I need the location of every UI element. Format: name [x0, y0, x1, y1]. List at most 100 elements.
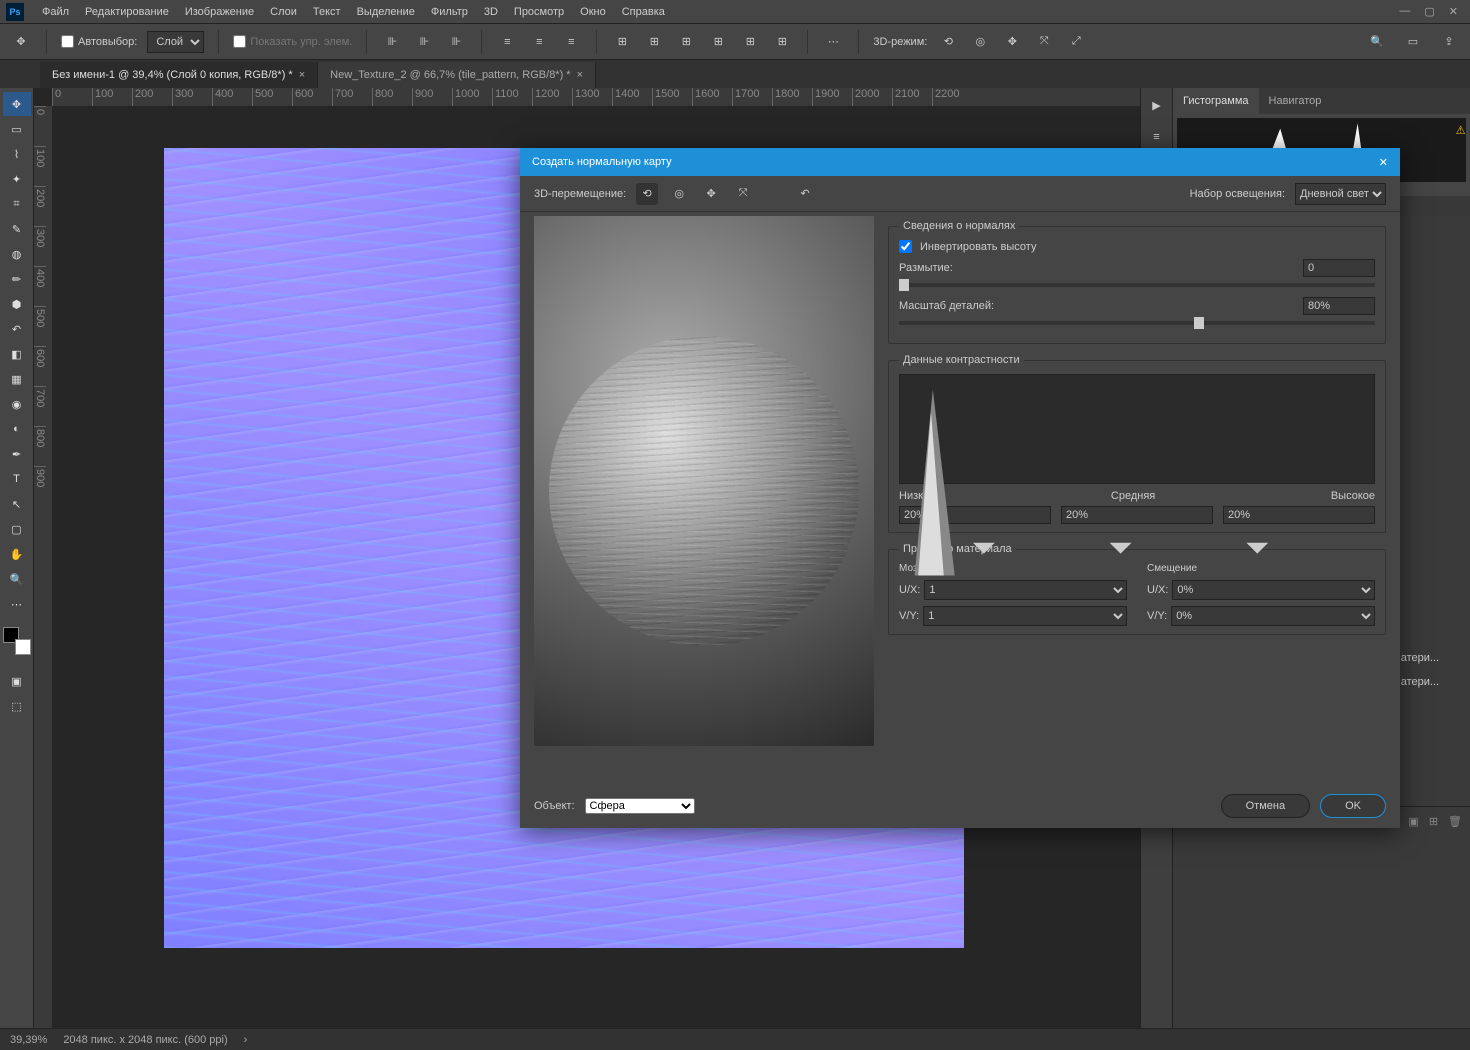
- crop-tool[interactable]: ⌗: [3, 192, 31, 216]
- contrast-histogram[interactable]: [899, 374, 1375, 484]
- minimize-icon[interactable]: —: [1399, 5, 1410, 18]
- menu-layers[interactable]: Слои: [262, 6, 305, 18]
- gradient-tool[interactable]: ▦: [3, 367, 31, 391]
- menu-window[interactable]: Окно: [572, 6, 614, 18]
- close-tab-icon[interactable]: ×: [299, 69, 305, 81]
- distribute-icon[interactable]: ⊞: [771, 31, 793, 53]
- detail-slider[interactable]: [899, 321, 1375, 325]
- trash-icon[interactable]: 🗑: [1448, 815, 1462, 828]
- distribute-icon[interactable]: ≡: [528, 31, 550, 53]
- distribute-icon[interactable]: ⊞: [611, 31, 633, 53]
- menu-text[interactable]: Текст: [305, 6, 349, 18]
- blur-tool[interactable]: ◉: [3, 392, 31, 416]
- pan-icon[interactable]: ✥: [1001, 31, 1023, 53]
- orbit-icon[interactable]: ⟲: [937, 31, 959, 53]
- orbit-icon[interactable]: ⟲: [636, 183, 658, 205]
- folder-icon[interactable]: ▣: [1408, 815, 1418, 828]
- show-controls-checkbox[interactable]: [233, 35, 246, 48]
- distribute-icon[interactable]: ⊞: [739, 31, 761, 53]
- pen-tool[interactable]: ✒: [3, 442, 31, 466]
- distribute-icon[interactable]: ⊞: [675, 31, 697, 53]
- detail-input[interactable]: [1303, 297, 1375, 315]
- ok-button[interactable]: OK: [1320, 794, 1386, 818]
- 3d-mode-label: 3D-режим:: [873, 36, 927, 48]
- type-tool[interactable]: T: [3, 467, 31, 491]
- distribute-icon[interactable]: ≡: [560, 31, 582, 53]
- slide-icon[interactable]: ⤧: [1033, 31, 1055, 53]
- heal-tool[interactable]: ◍: [3, 242, 31, 266]
- invert-height-checkbox[interactable]: [899, 240, 912, 253]
- object-select[interactable]: Сфера: [585, 798, 695, 814]
- move-tool[interactable]: ✥: [3, 92, 31, 116]
- scale-icon[interactable]: ⤢: [1065, 31, 1087, 53]
- path-tool[interactable]: ↖: [3, 492, 31, 516]
- offset-vy-select[interactable]: 0%: [1171, 606, 1375, 626]
- eraser-tool[interactable]: ◧: [3, 342, 31, 366]
- distribute-icon[interactable]: ⊞: [707, 31, 729, 53]
- tab-histogram[interactable]: Гистограмма: [1173, 88, 1259, 114]
- distribute-icon[interactable]: ⊞: [643, 31, 665, 53]
- history-brush-tool[interactable]: ↶: [3, 317, 31, 341]
- align-icon[interactable]: ⊪: [445, 31, 467, 53]
- dialog-titlebar[interactable]: Создать нормальную карту ✕: [520, 148, 1400, 176]
- edit-toolbar[interactable]: ⋯: [3, 592, 31, 616]
- menu-view[interactable]: Просмотр: [506, 6, 572, 18]
- workspace-icon[interactable]: ▭: [1402, 31, 1424, 53]
- close-tab-icon[interactable]: ×: [577, 69, 583, 81]
- auto-select-checkbox[interactable]: [61, 35, 74, 48]
- pan-icon[interactable]: ✥: [700, 183, 722, 205]
- play-icon[interactable]: ▶: [1146, 94, 1168, 116]
- roll-icon[interactable]: ◎: [969, 31, 991, 53]
- eyedropper-tool[interactable]: ✎: [3, 217, 31, 241]
- menu-help[interactable]: Справка: [614, 6, 673, 18]
- undo-icon[interactable]: ↶: [794, 183, 816, 205]
- mosaic-ux-select[interactable]: 1: [924, 580, 1127, 600]
- stamp-tool[interactable]: ⬢: [3, 292, 31, 316]
- menu-edit[interactable]: Редактирование: [77, 6, 177, 18]
- menu-3d[interactable]: 3D: [476, 6, 506, 18]
- preview-3d[interactable]: [534, 216, 874, 746]
- menu-file[interactable]: Файл: [34, 6, 77, 18]
- close-icon[interactable]: ✕: [1449, 5, 1458, 18]
- brush-tool[interactable]: ✏: [3, 267, 31, 291]
- object-label: Объект:: [534, 800, 575, 812]
- mosaic-vy-select[interactable]: 1: [923, 606, 1127, 626]
- layer-select[interactable]: Слой: [147, 31, 204, 53]
- align-icon[interactable]: ⊪: [381, 31, 403, 53]
- lighting-select[interactable]: Дневной свет: [1295, 183, 1386, 205]
- zoom-level[interactable]: 39,39%: [10, 1034, 47, 1046]
- tab-navigator[interactable]: Навигатор: [1259, 88, 1332, 114]
- dodge-tool[interactable]: ◐: [3, 417, 31, 441]
- screenmode-tool[interactable]: ⬚: [3, 694, 31, 718]
- more-icon[interactable]: ⋯: [822, 31, 844, 53]
- quickmask-tool[interactable]: ▣: [3, 669, 31, 693]
- menu-filter[interactable]: Фильтр: [423, 6, 476, 18]
- share-icon[interactable]: ⇪: [1438, 31, 1460, 53]
- marquee-tool[interactable]: ▭: [3, 117, 31, 141]
- panel-icon[interactable]: ≡: [1146, 126, 1168, 148]
- new-icon[interactable]: ⊞: [1429, 815, 1438, 828]
- doc-tab-2[interactable]: New_Texture_2 @ 66,7% (tile_pattern, RGB…: [318, 62, 596, 88]
- maximize-icon[interactable]: ▢: [1424, 5, 1434, 18]
- lasso-tool[interactable]: ⌇: [3, 142, 31, 166]
- cancel-button[interactable]: Отмена: [1221, 794, 1310, 818]
- hand-tool[interactable]: ✋: [3, 542, 31, 566]
- shape-tool[interactable]: ▢: [3, 517, 31, 541]
- wand-tool[interactable]: ✦: [3, 167, 31, 191]
- slide-icon[interactable]: ⤧: [732, 183, 754, 205]
- doc-tab-1[interactable]: Без имени-1 @ 39,4% (Слой 0 копия, RGB/8…: [40, 62, 318, 88]
- dialog-close-icon[interactable]: ✕: [1379, 156, 1388, 169]
- zoom-tool[interactable]: 🔍: [3, 567, 31, 591]
- align-icon[interactable]: ⊪: [413, 31, 435, 53]
- distribute-icon[interactable]: ≡: [496, 31, 518, 53]
- chevron-right-icon[interactable]: ›: [244, 1034, 248, 1046]
- blur-input[interactable]: [1303, 259, 1375, 277]
- menu-select[interactable]: Выделение: [349, 6, 423, 18]
- menu-image[interactable]: Изображение: [177, 6, 262, 18]
- color-swatches[interactable]: [3, 627, 31, 655]
- offset-ux-select[interactable]: 0%: [1172, 580, 1375, 600]
- app-icon: Ps: [6, 3, 24, 21]
- search-icon[interactable]: 🔍: [1366, 31, 1388, 53]
- roll-icon[interactable]: ◎: [668, 183, 690, 205]
- blur-slider[interactable]: [899, 283, 1375, 287]
